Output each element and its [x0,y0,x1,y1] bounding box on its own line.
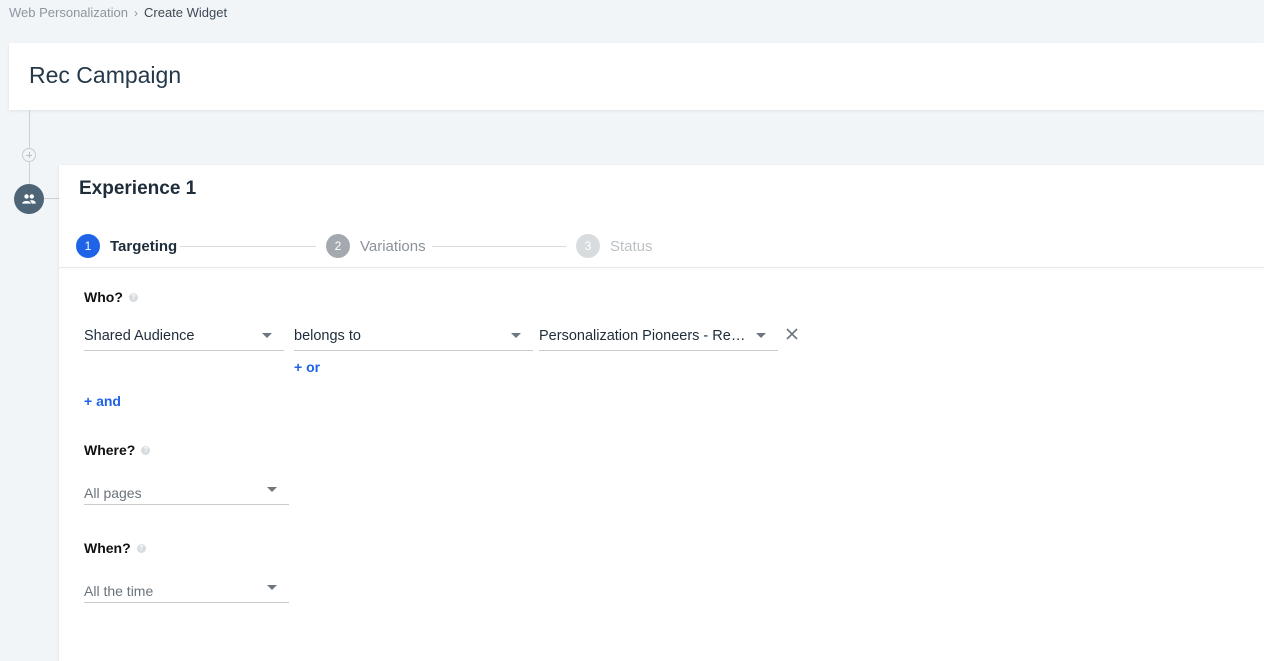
close-icon[interactable] [785,327,799,341]
audience-type-select[interactable]: Shared Audience [84,323,284,351]
step-label: Targeting [110,237,178,255]
step-number: 1 [76,234,100,258]
select-value: belongs to [294,328,361,344]
where-label: Where? ? [84,442,151,458]
caret-down-icon [262,333,272,338]
where-label-text: Where? [84,442,136,458]
step-connector [180,246,316,247]
help-icon[interactable]: ? [128,292,138,302]
caret-down-icon [267,487,277,492]
step-label: Variations [360,237,426,255]
help-icon[interactable]: ? [141,445,151,455]
breadcrumb-current: Create Widget [144,5,228,20]
where-select[interactable]: All pages [84,477,289,505]
step-number: 2 [326,234,350,258]
who-label-text: Who? [84,289,123,305]
plus-circle-icon[interactable] [22,148,36,162]
add-and-button[interactable]: + and [84,393,121,409]
node-connector [44,198,60,199]
select-value: Shared Audience [84,328,195,344]
step-connector [432,246,566,247]
step-label: Status [610,237,653,255]
breadcrumb: Web Personalization › Create Widget [9,5,227,20]
step-targeting[interactable]: 1 Targeting [76,234,177,258]
caret-down-icon [267,585,277,590]
select-value: All pages [84,485,142,501]
stepper-divider [59,267,1264,268]
step-variations[interactable]: 2 Variations [326,234,426,258]
when-label-text: When? [84,540,131,556]
step-number: 3 [576,234,600,258]
audience-node[interactable] [14,184,44,214]
when-label: When? ? [84,540,146,556]
page: Web Personalization › Create Widget Rec … [0,0,1264,661]
people-icon [22,194,36,204]
stepper: 1 Targeting 2 Variations 3 Status [76,234,676,258]
experience-card: Experience 1 1 Targeting 2 Variations 3 … [59,165,1264,661]
caret-down-icon [756,333,766,338]
when-select[interactable]: All the time [84,575,289,603]
operator-select[interactable]: belongs to [294,323,533,351]
who-label: Who? ? [84,289,138,305]
campaign-header-card: Rec Campaign [9,43,1264,110]
experience-title[interactable]: Experience 1 [79,178,196,200]
add-or-button[interactable]: + or [294,359,320,375]
select-value: Personalization Pioneers - Re… [539,328,746,344]
audience-value-select[interactable]: Personalization Pioneers - Re… [539,323,778,351]
select-value: All the time [84,583,154,599]
chevron-right-icon: › [134,5,138,20]
caret-down-icon [511,333,521,338]
campaign-title[interactable]: Rec Campaign [29,62,181,89]
step-status[interactable]: 3 Status [576,234,653,258]
help-icon[interactable]: ? [136,543,146,553]
breadcrumb-web-personalization[interactable]: Web Personalization [9,5,128,20]
